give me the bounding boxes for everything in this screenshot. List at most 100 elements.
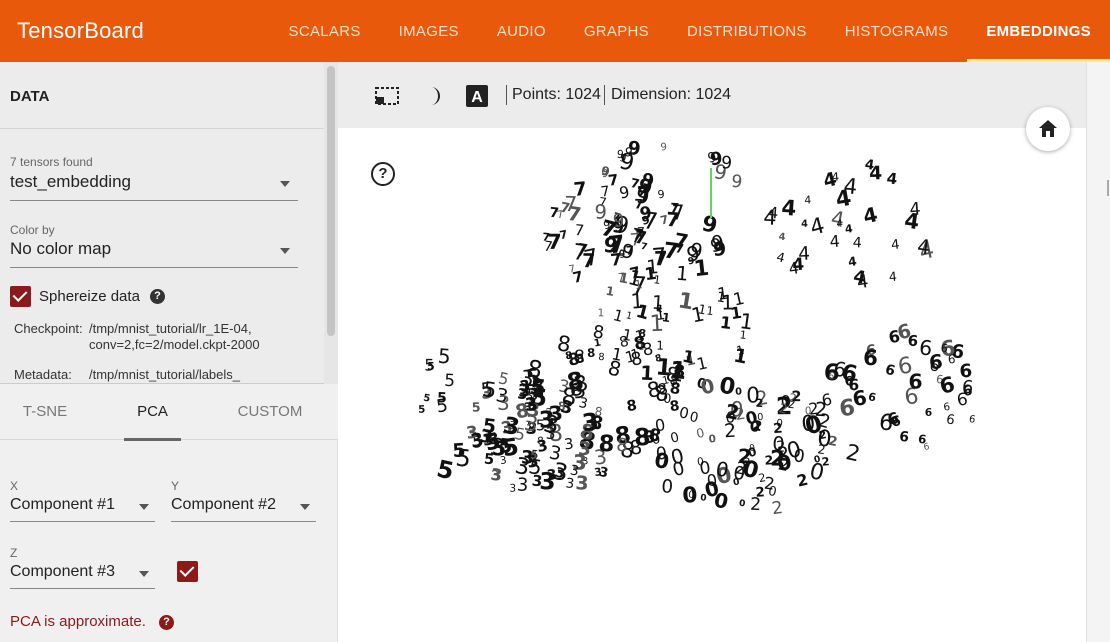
embedding-point[interactable]: 0 bbox=[688, 409, 700, 426]
embedding-point[interactable]: 3 bbox=[509, 482, 516, 495]
embedding-point[interactable]: 5 bbox=[471, 399, 481, 414]
embedding-point[interactable]: 1 bbox=[675, 262, 689, 286]
z-component-select[interactable]: Component #3 bbox=[10, 559, 155, 589]
embedding-point[interactable]: 8 bbox=[642, 426, 655, 447]
embedding-point[interactable]: 0 bbox=[746, 383, 760, 408]
embedding-point[interactable]: 3 bbox=[599, 443, 605, 454]
embedding-point[interactable]: 8 bbox=[625, 397, 638, 415]
embedding-point[interactable]: 7 bbox=[607, 172, 619, 190]
embedding-point[interactable]: 7 bbox=[641, 207, 659, 236]
y-component-select[interactable]: Component #2 bbox=[171, 492, 316, 522]
embedding-point[interactable]: 9 bbox=[730, 172, 743, 193]
embedding-point[interactable]: 8 bbox=[629, 436, 644, 460]
embedding-point[interactable]: 6 bbox=[943, 401, 951, 414]
label-toggle-icon[interactable]: A bbox=[465, 84, 489, 108]
embedding-point[interactable]: 1 bbox=[605, 284, 616, 299]
embedding-point[interactable]: 0 bbox=[698, 458, 712, 479]
embedding-point[interactable]: 3 bbox=[531, 471, 543, 490]
embedding-point[interactable]: 4 bbox=[844, 222, 854, 236]
embedding-point[interactable]: 4 bbox=[836, 219, 843, 230]
tab-distributions[interactable]: DISTRIBUTIONS bbox=[668, 0, 826, 62]
embedding-point[interactable]: 6 bbox=[867, 390, 878, 404]
embedding-point[interactable]: 6 bbox=[923, 441, 931, 453]
embedding-point[interactable]: 6 bbox=[899, 429, 910, 446]
embedding-point[interactable]: 4 bbox=[775, 249, 786, 266]
embedding-point[interactable]: 5 bbox=[422, 393, 431, 405]
embedding-point[interactable]: 1 bbox=[611, 306, 625, 326]
color-by-select[interactable]: No color map bbox=[10, 234, 298, 268]
embedding-point[interactable]: 6 bbox=[908, 369, 922, 393]
embedding-point[interactable]: 3 bbox=[496, 391, 510, 415]
embedding-point[interactable]: 3 bbox=[563, 436, 574, 454]
embedding-point[interactable]: 0 bbox=[807, 458, 827, 487]
sidebar-scrollbar[interactable] bbox=[324, 62, 338, 384]
embedding-point[interactable]: 4 bbox=[808, 213, 828, 241]
embedding-point[interactable]: 5 bbox=[418, 404, 425, 416]
scrollbar-thumb[interactable] bbox=[327, 66, 335, 336]
night-mode-icon[interactable] bbox=[422, 84, 446, 108]
z-enable-checkbox[interactable] bbox=[177, 561, 198, 582]
embedding-point[interactable]: 4 bbox=[888, 269, 897, 285]
embedding-point[interactable]: 4 bbox=[847, 254, 857, 269]
embedding-point[interactable]: 5 bbox=[530, 450, 537, 461]
help-icon[interactable]: ? bbox=[159, 615, 174, 630]
embedding-point[interactable]: 9 bbox=[713, 238, 727, 260]
tab-custom[interactable]: CUSTOM bbox=[230, 384, 310, 440]
embedding-point[interactable]: 4 bbox=[886, 169, 899, 188]
embedding-point[interactable]: 6 bbox=[925, 406, 933, 419]
embedding-point[interactable]: 7 bbox=[626, 243, 635, 257]
tab-pca[interactable]: PCA bbox=[124, 384, 181, 440]
embedding-point[interactable]: 0 bbox=[735, 386, 742, 397]
tab-histograms[interactable]: HISTOGRAMS bbox=[826, 0, 968, 62]
tab-images[interactable]: IMAGES bbox=[380, 0, 478, 62]
embedding-point[interactable]: 3 bbox=[578, 439, 591, 460]
embedding-point[interactable]: 1 bbox=[644, 264, 658, 285]
embedding-point[interactable]: 4 bbox=[801, 219, 808, 230]
tab-embeddings[interactable]: EMBEDDINGS bbox=[967, 0, 1110, 62]
embedding-point[interactable]: 7 bbox=[609, 250, 622, 270]
embedding-point[interactable]: 2 bbox=[771, 498, 784, 519]
embedding-point[interactable]: 9 bbox=[618, 182, 631, 203]
embedding-point[interactable]: 4 bbox=[856, 271, 870, 293]
embedding-point[interactable]: 3 bbox=[489, 465, 503, 485]
embedding-point[interactable]: 0 bbox=[653, 415, 666, 436]
embedding-point[interactable]: 0 bbox=[700, 493, 707, 504]
embedding-point[interactable]: 3 bbox=[580, 407, 600, 437]
tab-scalars[interactable]: SCALARS bbox=[270, 0, 380, 62]
embedding-point[interactable]: 4 bbox=[890, 238, 900, 254]
embedding-point[interactable]: 0 bbox=[653, 448, 671, 474]
tab-tsne[interactable]: T-SNE bbox=[10, 384, 80, 440]
embedding-point[interactable]: 6 bbox=[968, 414, 976, 426]
embedding-point[interactable]: 4 bbox=[829, 232, 841, 252]
embedding-point[interactable]: 6 bbox=[937, 371, 957, 399]
embedding-point[interactable]: 8 bbox=[615, 435, 629, 457]
embedding-point[interactable]: 1 bbox=[732, 344, 749, 369]
embedding-point[interactable]: 0 bbox=[695, 425, 707, 442]
embedding-point[interactable]: 5 bbox=[444, 370, 456, 391]
embedding-point[interactable]: 0 bbox=[776, 418, 784, 430]
embedding-point[interactable]: 0 bbox=[708, 433, 717, 446]
embedding-point[interactable]: 8 bbox=[587, 346, 596, 360]
embedding-point[interactable]: 9 bbox=[660, 142, 667, 153]
embedding-point[interactable]: 4 bbox=[903, 207, 921, 234]
embedding-point[interactable]: 7 bbox=[582, 249, 596, 272]
embedding-point[interactable]: 4 bbox=[831, 170, 839, 184]
embedding-point[interactable]: 1 bbox=[695, 353, 709, 374]
x-component-select[interactable]: Component #1 bbox=[10, 492, 155, 522]
embedding-point[interactable]: 4 bbox=[842, 174, 858, 200]
embedding-point[interactable]: 4 bbox=[852, 235, 862, 251]
embedding-point[interactable]: 7 bbox=[573, 179, 588, 201]
embedding-point[interactable]: 5 bbox=[435, 395, 450, 418]
embedding-point[interactable]: 4 bbox=[768, 204, 779, 223]
embedding-point[interactable]: 7 bbox=[574, 221, 585, 240]
sphereize-checkbox[interactable] bbox=[10, 286, 31, 307]
app-title[interactable]: TensorBoard bbox=[17, 18, 144, 44]
tensor-select[interactable]: test_embedding bbox=[10, 167, 298, 201]
embedding-point[interactable]: 6 bbox=[945, 412, 956, 428]
embedding-point[interactable]: 9 bbox=[657, 188, 666, 202]
embedding-point[interactable]: 9 bbox=[721, 153, 733, 173]
embedding-point[interactable]: 8 bbox=[598, 352, 605, 363]
embedding-point[interactable]: 8 bbox=[591, 322, 605, 343]
select-region-icon[interactable] bbox=[374, 84, 399, 108]
tab-audio[interactable]: AUDIO bbox=[478, 0, 565, 62]
